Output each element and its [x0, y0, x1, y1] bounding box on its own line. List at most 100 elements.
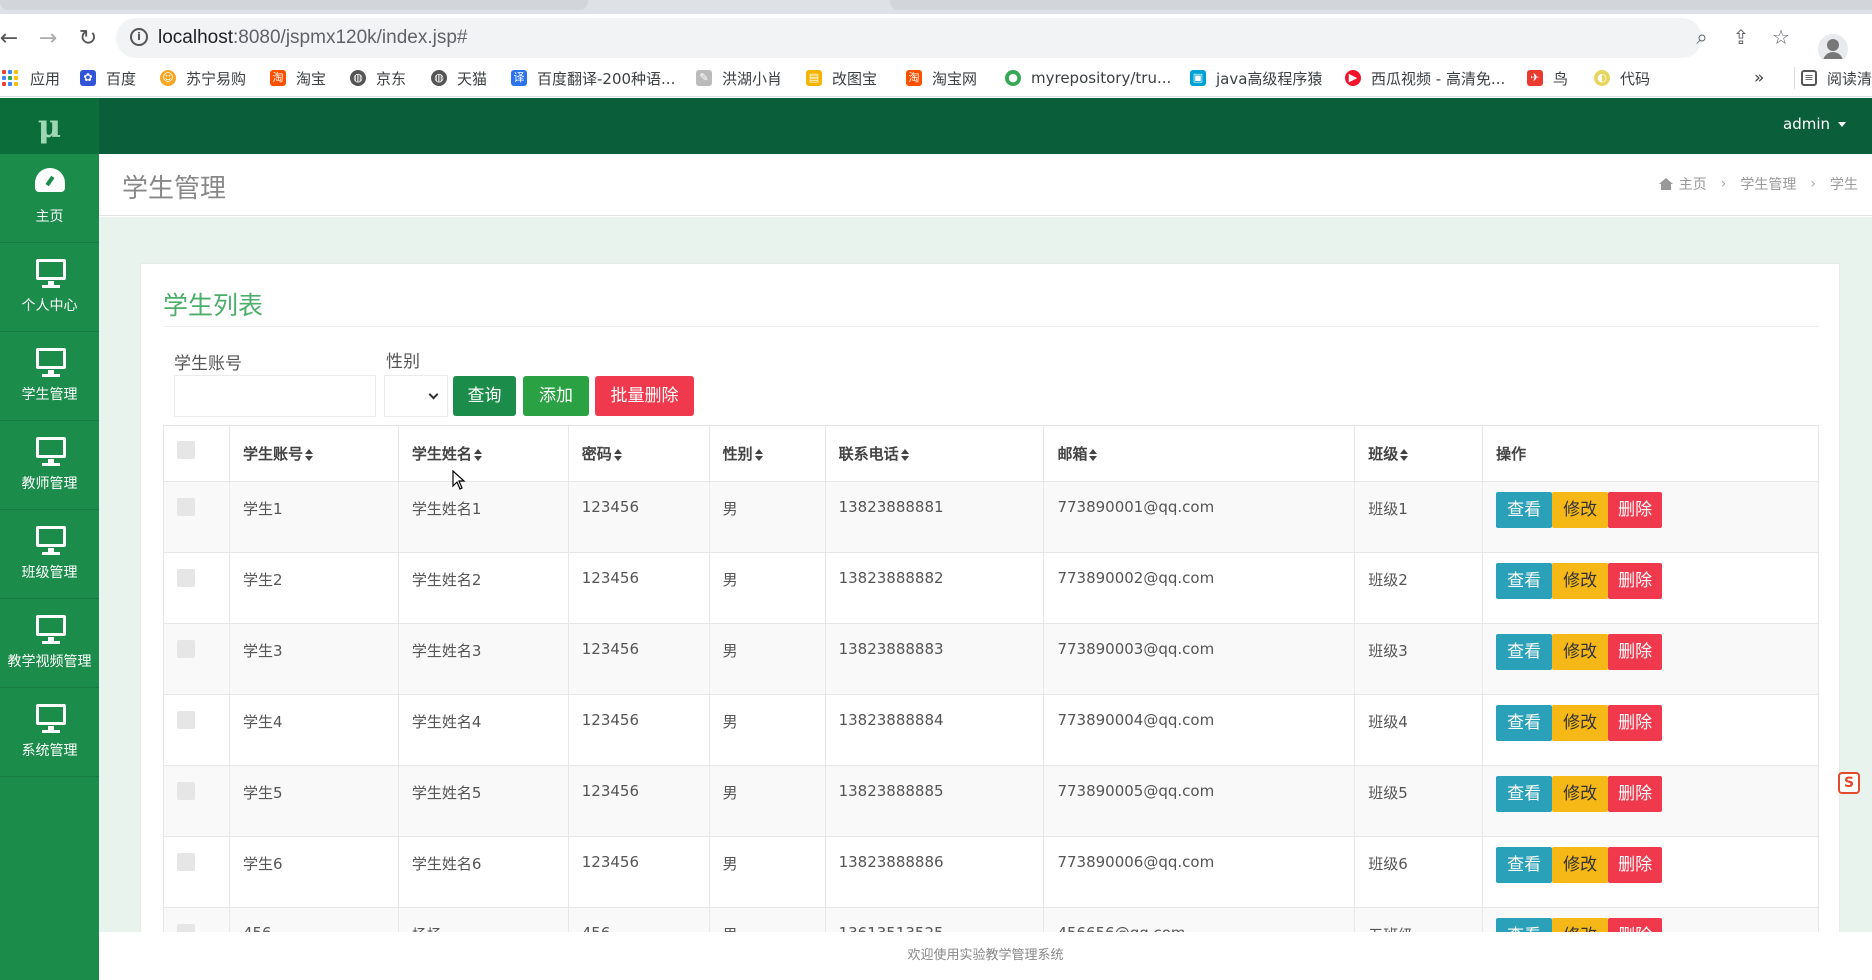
row-actions: 查看修改删除	[1496, 847, 1818, 883]
breadcrumb-home[interactable]: 主页	[1679, 174, 1707, 194]
search-button[interactable]: 查询	[453, 376, 516, 416]
table-row: 学生1 学生姓名1 123456 男 13823888881 773890001@qq.c…	[163, 481, 1819, 553]
table-header-row: 学生账号 学生姓名 密码 性别 联系电话 邮箱 班级 操作	[163, 425, 1819, 482]
row-checkbox[interactable]	[177, 569, 195, 587]
row-checkbox[interactable]	[177, 498, 195, 516]
bookmark-jd[interactable]: ◍ 京东	[350, 67, 406, 89]
sidebar-item-classes[interactable]: 班级管理	[0, 510, 99, 599]
globe-icon: ◍	[350, 70, 366, 86]
view-button[interactable]: 查看	[1496, 918, 1553, 932]
breadcrumb-section[interactable]: 学生管理	[1740, 174, 1796, 194]
delete-button[interactable]: 删除	[1608, 634, 1663, 670]
column-header[interactable]: 班级	[1354, 425, 1484, 482]
sidebar-item-videos[interactable]: 教学视频管理	[0, 599, 99, 688]
reload-icon[interactable]: ↻	[73, 24, 103, 54]
sort-icon	[304, 448, 313, 461]
row-checkbox[interactable]	[177, 924, 195, 932]
app-topbar: admin	[99, 98, 1872, 154]
monitor-icon	[36, 526, 66, 555]
add-button[interactable]: 添加	[523, 376, 589, 416]
reading-list[interactable]: ≡ 阅读清单	[1794, 67, 1872, 89]
table-cell: 456656@qq.com	[1043, 907, 1356, 932]
bookmark-star-icon[interactable]: ☆	[1768, 25, 1794, 49]
bookmarks-more-button[interactable]: »	[1754, 67, 1764, 89]
table-cell: 学生5	[228, 765, 399, 837]
view-button[interactable]: 查看	[1496, 492, 1553, 528]
bookmark-code[interactable]: ◐ 代码	[1594, 67, 1650, 89]
bookmark-taobaowang[interactable]: 淘淘宝网	[906, 67, 977, 89]
column-header[interactable]: 联系电话	[824, 425, 1045, 482]
bookmark-honghu[interactable]: ✎ 洪湖小肖	[696, 67, 782, 89]
app-logo[interactable]: μ	[0, 98, 99, 154]
bookmark-niao[interactable]: ✈ 鸟	[1527, 67, 1568, 89]
browser-tab[interactable]	[890, 0, 1872, 10]
account-filter-input[interactable]	[174, 375, 376, 417]
site-info-icon[interactable]: i	[130, 28, 148, 46]
browser-tab[interactable]	[0, 0, 588, 10]
monitor-icon	[36, 259, 66, 288]
bookmark-taobao[interactable]: 淘淘宝	[270, 67, 326, 89]
table-cell: 123456	[567, 623, 710, 695]
table-cell: 学生姓名3	[397, 623, 569, 695]
sidebar-item-students[interactable]: 学生管理	[0, 332, 99, 421]
row-checkbox[interactable]	[177, 640, 195, 658]
bookmark-fanyi[interactable]: 译百度翻译-200种语...	[511, 67, 675, 89]
sidebar-item-system[interactable]: 系统管理	[0, 688, 99, 777]
edit-button[interactable]: 修改	[1552, 847, 1609, 883]
bookmark-baidu[interactable]: ✿ 百度	[80, 67, 136, 89]
row-checkbox[interactable]	[177, 711, 195, 729]
row-select-cell	[163, 623, 230, 695]
user-menu[interactable]: admin	[1783, 115, 1846, 133]
view-button[interactable]: 查看	[1496, 563, 1553, 599]
url-text[interactable]: localhost:8080/jspmx120k/index.jsp#	[158, 27, 467, 49]
bookmark-suning[interactable]: ☺ 苏宁易购	[160, 67, 246, 89]
table-row: 学生3 学生姓名3 123456 男 13823888883 773890003@qq.c…	[163, 623, 1819, 695]
row-checkbox[interactable]	[177, 853, 195, 871]
address-bar[interactable]: i localhost:8080/jspmx120k/index.jsp# ⌕ …	[116, 18, 1790, 58]
edit-button[interactable]: 修改	[1552, 918, 1609, 932]
sidebar: μ 主页 个人中心 学生管理 教师管理 班级管理 教学视频管理 系统管理	[0, 98, 99, 980]
delete-button[interactable]: 删除	[1608, 492, 1663, 528]
sidebar-item-teachers[interactable]: 教师管理	[0, 421, 99, 510]
delete-button[interactable]: 删除	[1608, 847, 1663, 883]
view-button[interactable]: 查看	[1496, 847, 1553, 883]
table-cell: 学生姓名5	[397, 765, 569, 837]
delete-button[interactable]: 删除	[1608, 705, 1663, 741]
sidebar-item-home[interactable]: 主页	[0, 154, 99, 243]
view-button[interactable]: 查看	[1496, 634, 1553, 670]
view-button[interactable]: 查看	[1496, 705, 1553, 741]
bookmark-java[interactable]: ▣ java高级程序猿	[1190, 67, 1322, 89]
row-checkbox[interactable]	[177, 782, 195, 800]
bookmark-gaitubao[interactable]: ▤ 改图宝	[806, 67, 877, 89]
share-icon[interactable]: ⇪	[1728, 25, 1754, 49]
bookmark-tmall[interactable]: ◍ 天猫	[431, 67, 487, 89]
ime-badge-icon[interactable]: S	[1838, 772, 1860, 794]
view-button[interactable]: 查看	[1496, 776, 1553, 812]
edit-button[interactable]: 修改	[1552, 705, 1609, 741]
delete-button[interactable]: 删除	[1608, 776, 1663, 812]
column-header[interactable]: 性别	[708, 425, 826, 482]
edit-button[interactable]: 修改	[1552, 776, 1609, 812]
back-arrow-icon[interactable]: ←	[0, 24, 24, 54]
delete-button[interactable]: 删除	[1608, 918, 1663, 932]
bookmark-xigua[interactable]: ▶ 西瓜视频 - 高清免...	[1345, 67, 1505, 89]
gender-filter-select[interactable]	[384, 375, 448, 417]
bookmark-apps[interactable]: 应用	[2, 67, 60, 89]
batch-delete-button[interactable]: 批量删除	[595, 376, 694, 416]
select-all-checkbox[interactable]	[177, 440, 195, 459]
edit-button[interactable]: 修改	[1552, 563, 1609, 599]
sort-icon	[1089, 448, 1098, 461]
forward-arrow-icon[interactable]: →	[33, 24, 63, 54]
zoom-icon[interactable]: ⌕	[1689, 25, 1715, 49]
column-header[interactable]: 学生账号	[228, 425, 399, 482]
bookmark-myrepository[interactable]: ● myrepository/tru...	[1005, 67, 1171, 89]
column-header[interactable]: 密码	[567, 425, 710, 482]
table-row: 学生2 学生姓名2 123456 男 13823888882 773890002@qq.c…	[163, 552, 1819, 624]
delete-button[interactable]: 删除	[1608, 563, 1663, 599]
gender-filter-label: 性别	[386, 352, 420, 372]
edit-button[interactable]: 修改	[1552, 492, 1609, 528]
column-header[interactable]: 学生姓名	[397, 425, 569, 482]
column-header[interactable]: 邮箱	[1043, 425, 1356, 482]
edit-button[interactable]: 修改	[1552, 634, 1609, 670]
sidebar-item-personal-center[interactable]: 个人中心	[0, 243, 99, 332]
